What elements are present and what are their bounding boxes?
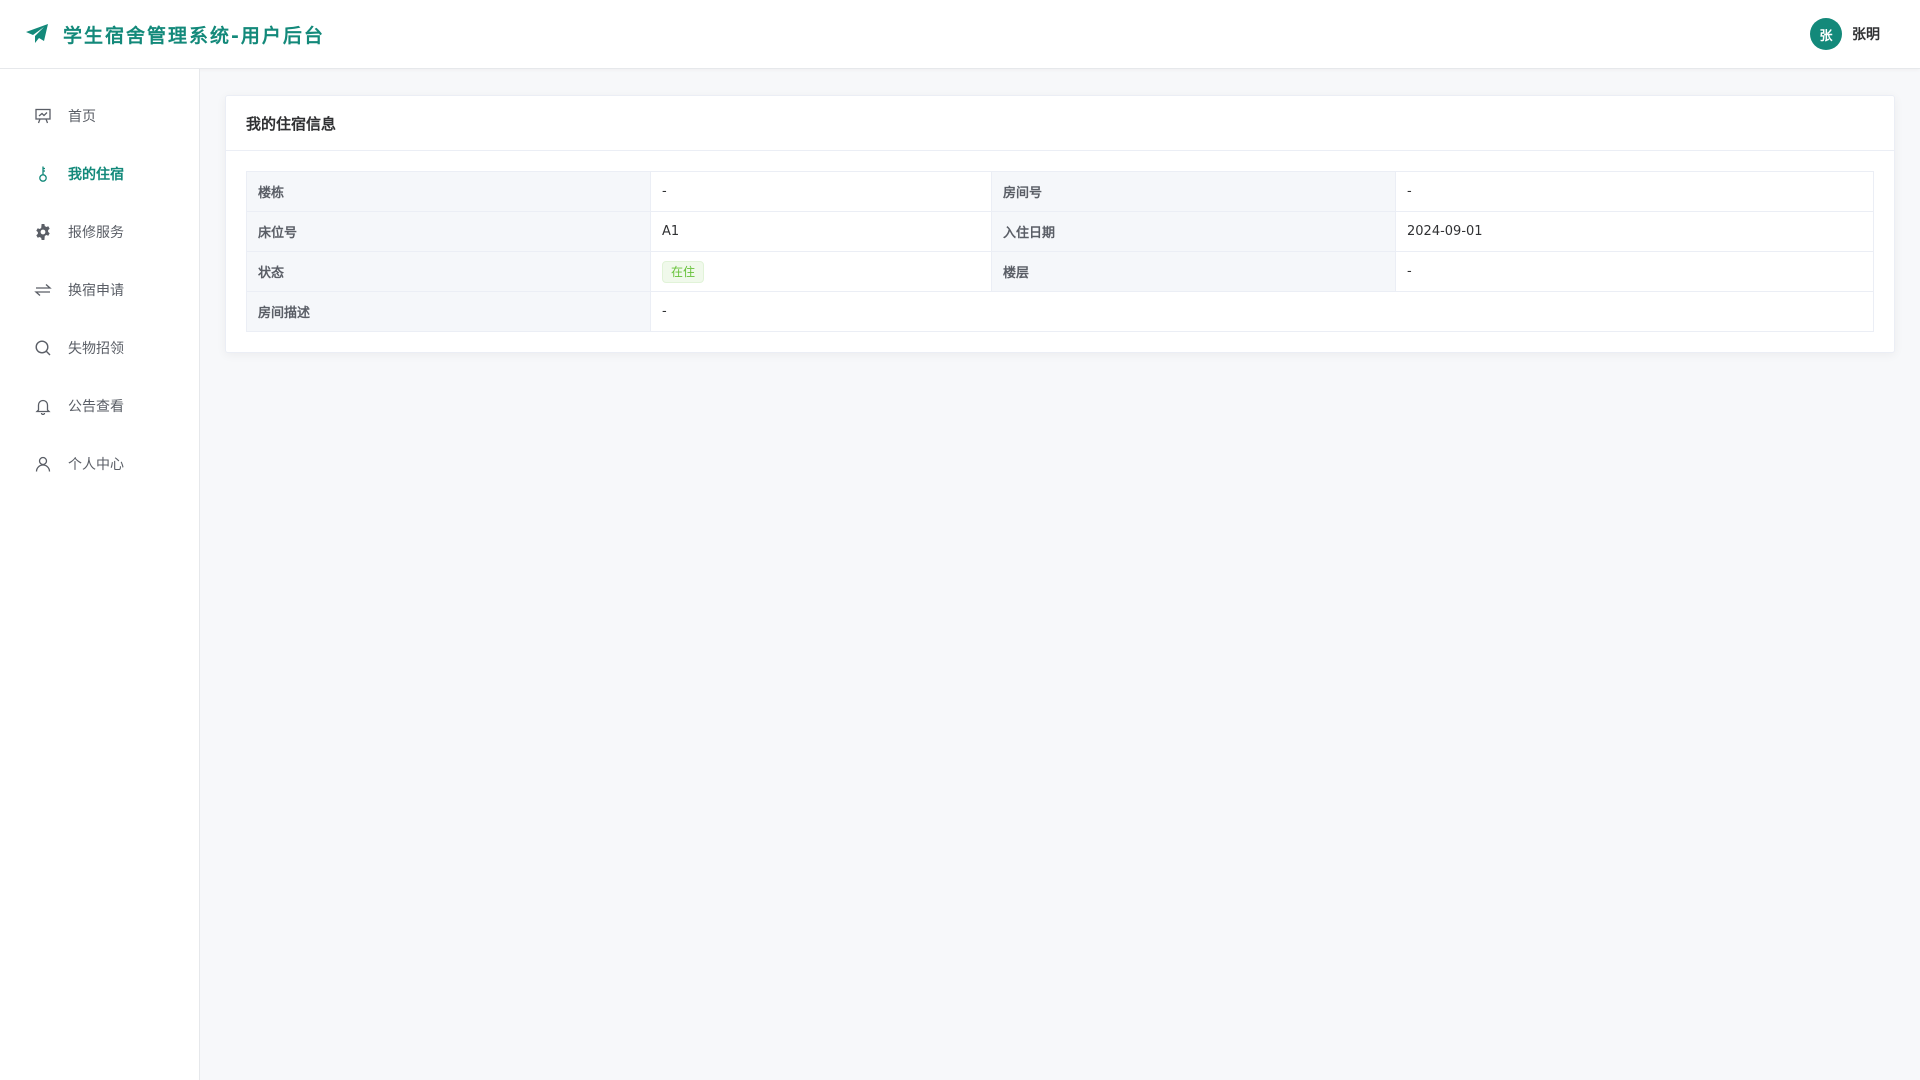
building-label: 楼栋 bbox=[246, 171, 651, 212]
top-header: 学生宿舍管理系统-用户后台 张 张明 bbox=[0, 0, 1920, 69]
table-row: 状态 在住 楼层 - bbox=[246, 251, 1874, 292]
sidebar-item-home[interactable]: 首页 bbox=[0, 87, 199, 145]
sidebar: 首页 我的住宿 报修服务 换宿申请 失物招领 公告查看 个人中心 bbox=[0, 69, 200, 1080]
status-badge: 在住 bbox=[662, 260, 705, 283]
app-title: 学生宿舍管理系统-用户后台 bbox=[63, 24, 325, 47]
sidebar-item-label: 个人中心 bbox=[68, 457, 124, 473]
key-icon bbox=[34, 165, 52, 183]
presentation-board-icon bbox=[34, 107, 52, 125]
avatar[interactable]: 张 bbox=[1810, 18, 1842, 50]
card-title: 我的住宿信息 bbox=[246, 114, 337, 133]
bell-icon bbox=[34, 397, 52, 415]
sidebar-item-repair[interactable]: 报修服务 bbox=[0, 203, 199, 261]
card-header: 我的住宿信息 bbox=[226, 96, 1894, 151]
accommodation-table: 楼栋 - 房间号 - 床位号 A1 入住日期 2024-09-01 状态 在住 bbox=[246, 171, 1874, 332]
main-content: 我的住宿信息 楼栋 - 房间号 - 床位号 A1 入住日期 2024-09-01… bbox=[200, 69, 1920, 1080]
floor-label: 楼层 bbox=[991, 251, 1396, 292]
room-description-value: - bbox=[650, 291, 1874, 332]
sidebar-menu: 首页 我的住宿 报修服务 换宿申请 失物招领 公告查看 个人中心 bbox=[0, 69, 199, 493]
sidebar-item-lost-found[interactable]: 失物招领 bbox=[0, 319, 199, 377]
bed-number-value: A1 bbox=[650, 211, 992, 252]
paper-plane-icon bbox=[26, 24, 48, 43]
sidebar-item-my-accommodation[interactable]: 我的住宿 bbox=[0, 145, 199, 203]
room-number-label: 房间号 bbox=[991, 171, 1396, 212]
floor-value: - bbox=[1395, 251, 1874, 292]
bed-number-label: 床位号 bbox=[246, 211, 651, 252]
search-icon bbox=[34, 339, 52, 357]
user-name[interactable]: 张明 bbox=[1852, 24, 1880, 44]
table-row: 床位号 A1 入住日期 2024-09-01 bbox=[246, 211, 1874, 252]
sidebar-item-label: 公告查看 bbox=[68, 399, 124, 415]
sidebar-item-label: 报修服务 bbox=[68, 225, 124, 241]
room-number-value: - bbox=[1395, 171, 1874, 212]
sidebar-item-label: 我的住宿 bbox=[68, 167, 124, 183]
building-value: - bbox=[650, 171, 992, 212]
sidebar-item-label: 换宿申请 bbox=[68, 283, 124, 299]
gear-icon bbox=[34, 223, 52, 241]
sidebar-item-label: 首页 bbox=[68, 109, 96, 125]
user-menu[interactable]: 张 张明 bbox=[1810, 18, 1880, 50]
sidebar-item-label: 失物招领 bbox=[68, 341, 124, 357]
sidebar-item-announcements[interactable]: 公告查看 bbox=[0, 377, 199, 435]
table-row: 楼栋 - 房间号 - bbox=[246, 171, 1874, 212]
status-cell: 在住 bbox=[650, 251, 992, 292]
user-icon bbox=[34, 455, 52, 473]
brand[interactable]: 学生宿舍管理系统-用户后台 bbox=[25, 21, 325, 48]
sidebar-item-profile[interactable]: 个人中心 bbox=[0, 435, 199, 493]
table-row: 房间描述 - bbox=[246, 291, 1874, 332]
accommodation-card: 我的住宿信息 楼栋 - 房间号 - 床位号 A1 入住日期 2024-09-01… bbox=[225, 95, 1895, 353]
card-body: 楼栋 - 房间号 - 床位号 A1 入住日期 2024-09-01 状态 在住 bbox=[226, 151, 1894, 352]
checkin-date-label: 入住日期 bbox=[991, 211, 1396, 252]
status-label: 状态 bbox=[246, 251, 651, 292]
swap-arrows-icon bbox=[34, 281, 52, 299]
room-description-label: 房间描述 bbox=[246, 291, 651, 332]
checkin-date-value: 2024-09-01 bbox=[1395, 211, 1874, 252]
sidebar-item-room-change[interactable]: 换宿申请 bbox=[0, 261, 199, 319]
